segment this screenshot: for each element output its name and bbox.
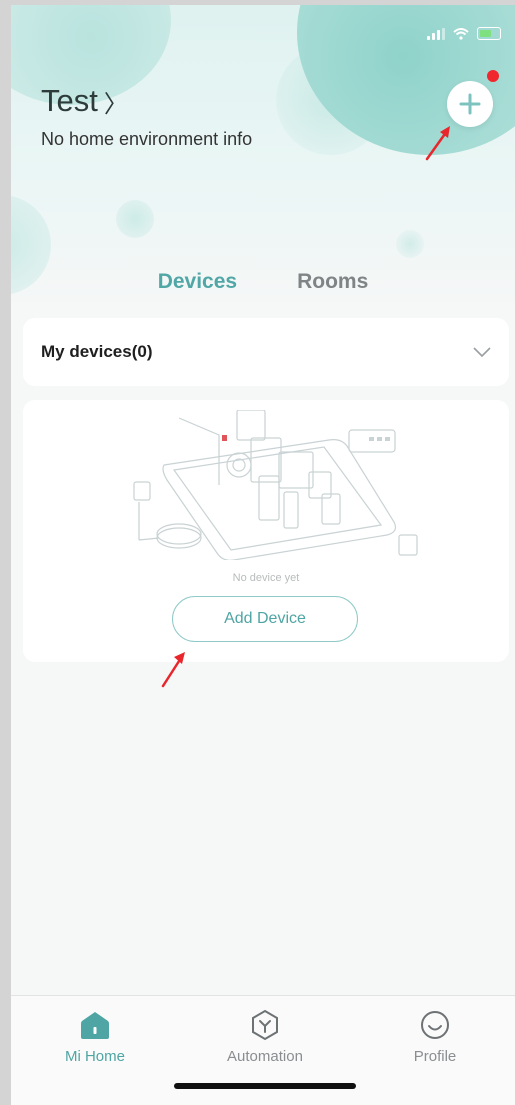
screenshot-frame: Test 〉 No home environment info Devices … xyxy=(0,0,515,1105)
environment-info: No home environment info xyxy=(41,129,253,149)
annotation-arrow-icon xyxy=(425,126,450,161)
nav-label: Automation xyxy=(227,1048,303,1065)
nav-mi-home[interactable]: Mi Home xyxy=(35,1008,155,1065)
nav-label: Profile xyxy=(413,1048,457,1065)
add-device-button[interactable]: Add Device xyxy=(172,596,358,642)
view-tabs: Devices Rooms xyxy=(11,270,515,294)
cellular-signal-icon xyxy=(427,27,445,40)
chevron-right-icon: 〉 xyxy=(103,90,128,118)
wifi-icon xyxy=(453,27,469,40)
decor-bubble xyxy=(396,230,424,258)
tab-devices[interactable]: Devices xyxy=(158,270,237,294)
app-screen: Test 〉 No home environment info Devices … xyxy=(11,5,515,1105)
annotation-arrow-icon xyxy=(161,652,185,688)
my-devices-dropdown[interactable]: My devices(0) xyxy=(23,318,509,386)
automation-icon xyxy=(252,1009,278,1041)
home-name: Test xyxy=(41,83,98,118)
notification-dot xyxy=(487,70,499,82)
home-selector[interactable]: Test 〉 xyxy=(41,83,128,119)
profile-icon xyxy=(421,1011,449,1039)
nav-automation[interactable]: Automation xyxy=(205,1008,325,1065)
plus-icon xyxy=(459,93,481,115)
add-button[interactable] xyxy=(447,81,493,127)
chevron-down-icon xyxy=(473,347,491,357)
nav-profile[interactable]: Profile xyxy=(375,1008,495,1065)
decor-bubble xyxy=(116,200,154,238)
my-devices-label: My devices(0) xyxy=(41,342,153,361)
home-icon xyxy=(81,1012,109,1039)
battery-icon xyxy=(477,27,501,40)
nav-label: Mi Home xyxy=(64,1048,125,1065)
home-indicator xyxy=(174,1083,356,1089)
empty-message: No device yet xyxy=(232,572,300,584)
devices-illustration xyxy=(133,410,418,560)
status-bar xyxy=(427,27,501,40)
tab-rooms[interactable]: Rooms xyxy=(297,270,368,294)
